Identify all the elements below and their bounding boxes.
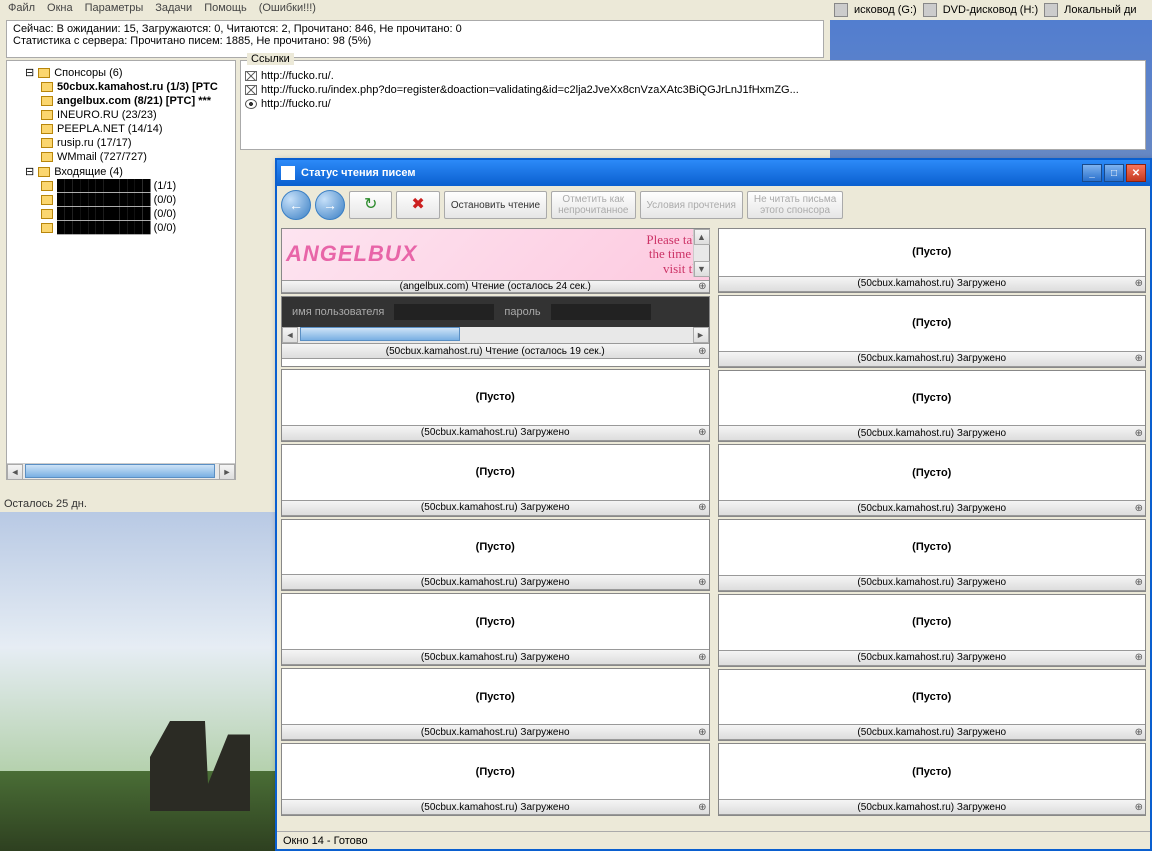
tree-root-inbox[interactable]: ⊟Входящие (4)	[11, 164, 231, 179]
terms-button[interactable]: Условия прочтения	[640, 191, 743, 219]
mark-unread-button[interactable]: Отметить как непрочитанное	[551, 191, 635, 219]
stop-button[interactable]: ✖	[396, 191, 439, 219]
link-row[interactable]: http://fucko.ru/index.php?do=register&do…	[245, 83, 1141, 97]
eye-icon	[245, 99, 257, 109]
empty-label: (Пусто)	[282, 669, 709, 724]
login-pane: имя пользователя пароль ◄► (50cbux.kamah…	[281, 296, 710, 367]
content-pane: (Пусто) (50cbux.kamahost.ru) Загружено⊕	[718, 594, 1147, 667]
tree-item[interactable]: ████████████ (0/0)	[11, 207, 231, 221]
content-pane: (Пусто) (50cbux.kamahost.ru) Загружено⊕	[281, 519, 710, 592]
footer-left: Осталось 25 дн.	[4, 498, 87, 510]
menu-params[interactable]: Параметры	[85, 2, 144, 16]
menu-bar: Файл Окна Параметры Задачи Помощь (Ошибк…	[0, 0, 830, 18]
tree-item[interactable]: ████████████ (0/0)	[11, 193, 231, 207]
content-pane: (Пусто) (50cbux.kamahost.ru) Загружено⊕	[718, 444, 1147, 517]
pass-input[interactable]	[551, 304, 651, 320]
links-panel: Ссылки http://fucko.ru/. http://fucko.ru…	[240, 60, 1146, 150]
maximize-button[interactable]: □	[1104, 164, 1124, 182]
status-line2: Статистика с сервера: Прочитано писем: 1…	[13, 35, 817, 47]
forward-button[interactable]: →	[315, 190, 345, 220]
drive-g[interactable]: исковод (G:)	[854, 4, 917, 16]
minimize-button[interactable]: _	[1082, 164, 1102, 182]
mail-icon	[245, 85, 257, 95]
content-pane: (Пусто) (50cbux.kamahost.ru) Загружено⊕	[281, 444, 710, 517]
menu-errors[interactable]: (Ошибки!!!)	[259, 2, 316, 16]
empty-label: (Пусто)	[282, 594, 709, 649]
content-pane: (Пусто) (50cbux.kamahost.ru) Загружено⊕	[718, 669, 1147, 742]
hdd-icon	[1044, 3, 1058, 17]
content-pane: (Пусто) (50cbux.kamahost.ru) Загружено⊕	[281, 668, 710, 741]
drive-h[interactable]: DVD-дисковод (H:)	[943, 4, 1038, 16]
drive-bar: исковод (G:) DVD-дисковод (H:) Локальный…	[830, 0, 1152, 20]
tree-root-sponsors[interactable]: ⊟Спонсоры (6)	[11, 65, 231, 80]
status-line1: Сейчас: В ожидании: 15, Загружаются: 0, …	[13, 23, 817, 35]
content-pane: (Пусто) (50cbux.kamahost.ru) Загружено⊕	[718, 370, 1147, 443]
noread-button[interactable]: Не читать письма этого спонсора	[747, 191, 843, 219]
dvd-icon	[923, 3, 937, 17]
stop-reading-button[interactable]: Остановить чтение	[444, 191, 547, 219]
menu-tasks[interactable]: Задачи	[155, 2, 192, 16]
mail-icon	[245, 71, 257, 81]
drive-icon	[834, 3, 848, 17]
empty-label: (Пусто)	[282, 520, 709, 575]
content-pane: (Пусто) (50cbux.kamahost.ru) Загружено⊕	[281, 743, 710, 816]
refresh-button[interactable]: ↻	[349, 191, 392, 219]
window-title: Статус чтения писем	[301, 167, 1082, 179]
tree-item[interactable]: rusip.ru (17/17)	[11, 136, 231, 150]
pass-label: пароль	[504, 306, 540, 318]
tree-panel: ⊟Спонсоры (6) 50cbux.kamahost.ru (1/3) […	[6, 60, 236, 480]
tree-item[interactable]: ████████████ (0/0)	[11, 221, 231, 235]
empty-label: (Пусто)	[282, 370, 709, 425]
drive-local[interactable]: Локальный ди	[1064, 4, 1136, 16]
angelbux-logo: ANGELBUX	[286, 241, 417, 267]
empty-label: (Пусто)	[282, 744, 709, 799]
stop-icon: ✖	[403, 196, 432, 214]
ad-pane: ANGELBUX Please take the time to visit t…	[281, 228, 710, 294]
status-window: Статус чтения писем _ □ ✕ ← → ↻ ✖ Остано…	[275, 158, 1152, 851]
window-icon	[281, 166, 295, 180]
content-pane: (Пусто) (50cbux.kamahost.ru) Загружено⊕	[718, 743, 1147, 816]
content-pane: (Пусто) (50cbux.kamahost.ru) Загружено⊕	[718, 519, 1147, 592]
menu-help[interactable]: Помощь	[204, 2, 247, 16]
login-bar: имя пользователя пароль	[282, 297, 709, 327]
tree-item[interactable]: 50cbux.kamahost.ru (1/3) [PTC	[11, 80, 231, 94]
link-row[interactable]: http://fucko.ru/	[245, 97, 1141, 111]
user-input[interactable]	[394, 304, 494, 320]
content-pane: (Пусто) (50cbux.kamahost.ru) Загружено⊕	[718, 295, 1147, 368]
vscroll[interactable]: ▲▼	[693, 229, 709, 277]
tree-item[interactable]: ████████████ (1/1)	[11, 179, 231, 193]
toolbar: ← → ↻ ✖ Остановить чтение Отметить как н…	[277, 186, 1150, 224]
wallpaper	[0, 512, 275, 851]
content-pane: (Пусто) (50cbux.kamahost.ru) Загружено⊕	[281, 593, 710, 666]
empty-label: (Пусто)	[282, 445, 709, 500]
tree-item[interactable]: angelbux.com (8/21) [PTC] ***	[11, 94, 231, 108]
links-title: Ссылки	[247, 53, 294, 65]
menu-windows[interactable]: Окна	[47, 2, 73, 16]
statusbar: Окно 14 - Готово	[277, 831, 1150, 849]
folder-icon	[38, 68, 50, 78]
tree-item[interactable]: INEURO.RU (23/23)	[11, 108, 231, 122]
back-button[interactable]: ←	[281, 190, 311, 220]
content-pane: (Пусто) (50cbux.kamahost.ru) Загружено⊕	[718, 228, 1147, 293]
user-label: имя пользователя	[292, 306, 384, 318]
refresh-icon: ↻	[356, 196, 385, 214]
titlebar[interactable]: Статус чтения писем _ □ ✕	[277, 160, 1150, 186]
tree-hscroll[interactable]: ◄►	[7, 463, 235, 479]
menu-file[interactable]: Файл	[8, 2, 35, 16]
pane-hscroll[interactable]: ◄►	[282, 327, 709, 343]
link-row[interactable]: http://fucko.ru/.	[245, 69, 1141, 83]
status-box: Сейчас: В ожидании: 15, Загружаются: 0, …	[6, 20, 824, 58]
content-pane: (Пусто) (50cbux.kamahost.ru) Загружено⊕	[281, 369, 710, 442]
tree-item[interactable]: WMmail (727/727)	[11, 150, 231, 164]
close-button[interactable]: ✕	[1126, 164, 1146, 182]
tree-item[interactable]: PEEPLA.NET (14/14)	[11, 122, 231, 136]
